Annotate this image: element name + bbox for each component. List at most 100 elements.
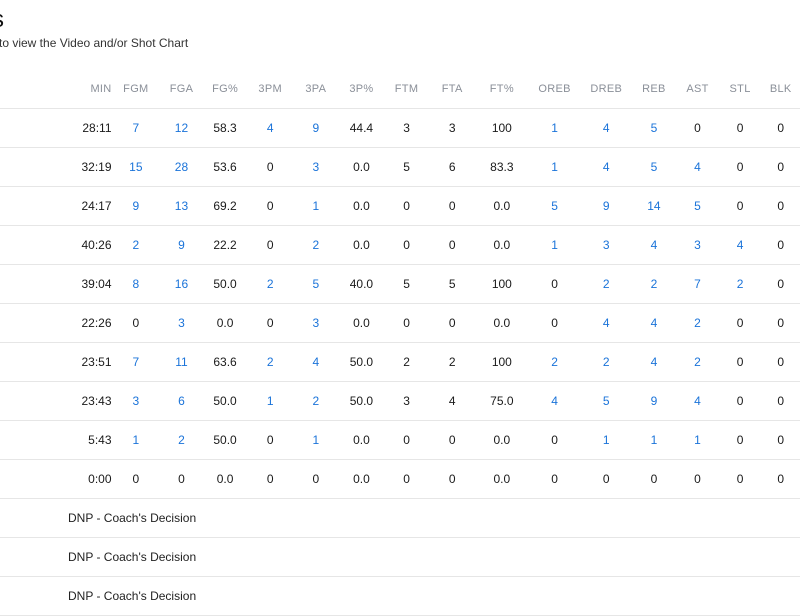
stat-cell-fgm[interactable]: 7 (111, 342, 161, 382)
stat-cell-ftm: 0 (384, 459, 429, 499)
stat-cell-3pa[interactable]: 3 (292, 303, 339, 343)
stat-cell-fgm[interactable]: 15 (111, 147, 161, 187)
column-header-3pm[interactable]: 3PM (247, 70, 293, 109)
stat-cell-reb[interactable]: 4 (631, 342, 677, 382)
stat-cell-ast[interactable]: 2 (676, 342, 719, 382)
stat-cell-fgm[interactable]: 2 (111, 225, 161, 265)
player-cell[interactable] (0, 186, 69, 226)
stat-cell-ast[interactable]: 2 (676, 303, 719, 343)
stat-cell-oreb[interactable]: 2 (528, 342, 581, 382)
stat-cell-oreb[interactable]: 1 (528, 225, 581, 265)
stat-cell-fga[interactable]: 11 (160, 342, 203, 382)
stat-cell-ast[interactable]: 4 (676, 147, 719, 187)
stat-cell-3pa[interactable]: 2 (292, 225, 339, 265)
stat-cell-fga[interactable]: 6 (160, 381, 203, 421)
column-header-reb[interactable]: REB (631, 70, 677, 109)
player-cell[interactable] (0, 420, 69, 460)
stat-cell-dreb[interactable]: 2 (580, 342, 632, 382)
table-row: 39:04 8 16 50.0 2 5 40.0 5 5 100 0 2 2 7 2 0 (0, 264, 800, 304)
stat-cell-min: 5:43 (68, 420, 112, 460)
stat-cell-fga[interactable]: 2 (160, 420, 203, 460)
stat-cell-reb[interactable]: 4 (631, 225, 677, 265)
stat-cell-oreb[interactable]: 5 (528, 186, 581, 226)
stat-cell-3pa[interactable]: 3 (292, 147, 339, 187)
player-cell[interactable] (0, 459, 69, 499)
stat-cell-fga[interactable]: 3 (160, 303, 203, 343)
stat-cell-fgm[interactable]: 8 (111, 264, 161, 304)
stat-cell-dreb[interactable]: 4 (580, 147, 632, 187)
stat-cell-3pa[interactable]: 5 (292, 264, 339, 304)
stat-cell-ftm: 2 (384, 342, 429, 382)
column-header-fta[interactable]: FTA (428, 70, 476, 109)
stat-cell-fgm[interactable]: 3 (111, 381, 161, 421)
stat-cell-reb[interactable]: 14 (631, 186, 677, 226)
stat-cell-ast[interactable]: 1 (676, 420, 719, 460)
stat-cell-dreb[interactable]: 5 (580, 381, 632, 421)
stat-cell-3pm[interactable]: 4 (247, 108, 293, 148)
stat-cell-ast[interactable]: 7 (676, 264, 719, 304)
player-cell[interactable] (0, 225, 69, 265)
column-header-blk[interactable]: BLK (761, 70, 800, 109)
stat-cell-reb[interactable]: 5 (631, 147, 677, 187)
stat-cell-fga[interactable]: 12 (160, 108, 203, 148)
stat-cell-ast[interactable]: 3 (676, 225, 719, 265)
stat-cell-3pm[interactable]: 1 (247, 381, 293, 421)
stat-cell-ftm: 0 (384, 420, 429, 460)
player-cell[interactable] (0, 108, 69, 148)
stat-cell-reb[interactable]: 2 (631, 264, 677, 304)
column-header-3pa[interactable]: 3PA (292, 70, 339, 109)
stat-cell-3pa[interactable]: 1 (292, 186, 339, 226)
stat-cell-dreb[interactable]: 4 (580, 108, 632, 148)
stat-cell-dreb[interactable]: 2 (580, 264, 632, 304)
stat-cell-stl[interactable]: 2 (718, 264, 762, 304)
stat-cell-reb[interactable]: 4 (631, 303, 677, 343)
stat-cell-3p-pct: 0.0 (338, 420, 385, 460)
column-header-ftm[interactable]: FTM (384, 70, 429, 109)
stat-cell-dreb[interactable]: 9 (580, 186, 632, 226)
stat-cell-dreb[interactable]: 3 (580, 225, 632, 265)
stat-cell-3pa[interactable]: 4 (292, 342, 339, 382)
column-header-ft-pct[interactable]: FT% (475, 70, 529, 109)
column-header-ast[interactable]: AST (676, 70, 719, 109)
stat-cell-reb[interactable]: 5 (631, 108, 677, 148)
player-cell[interactable] (0, 147, 69, 187)
column-header-fga[interactable]: FGA (160, 70, 203, 109)
column-header-3p-pct[interactable]: 3P% (338, 70, 385, 109)
table-row-dnp: DNP - Coach's Decision (0, 576, 800, 616)
column-header-fgm[interactable]: FGM (111, 70, 161, 109)
stat-cell-3p-pct: 0.0 (338, 186, 385, 226)
stat-cell-fgm[interactable]: 1 (111, 420, 161, 460)
player-cell[interactable] (0, 264, 69, 304)
stat-cell-stl[interactable]: 4 (718, 225, 762, 265)
stat-cell-fga[interactable]: 13 (160, 186, 203, 226)
column-header-dreb[interactable]: DREB (580, 70, 632, 109)
column-header-oreb[interactable]: OREB (528, 70, 581, 109)
stat-cell-fga[interactable]: 16 (160, 264, 203, 304)
player-cell[interactable] (0, 381, 69, 421)
player-cell[interactable] (0, 303, 69, 343)
stat-cell-3pa[interactable]: 1 (292, 420, 339, 460)
stat-cell-fga[interactable]: 28 (160, 147, 203, 187)
stat-cell-reb[interactable]: 9 (631, 381, 677, 421)
stat-cell-fgm[interactable]: 7 (111, 108, 161, 148)
column-header-stl[interactable]: STL (718, 70, 762, 109)
player-cell[interactable] (0, 342, 69, 382)
column-header-fg-pct[interactable]: FG% (202, 70, 248, 109)
stat-cell-ftm: 3 (384, 381, 429, 421)
stat-cell-3pa[interactable]: 2 (292, 381, 339, 421)
stat-cell-reb[interactable]: 1 (631, 420, 677, 460)
stat-cell-ast[interactable]: 4 (676, 381, 719, 421)
stat-cell-oreb[interactable]: 1 (528, 147, 581, 187)
stat-cell-fga[interactable]: 9 (160, 225, 203, 265)
stat-cell-ast[interactable]: 5 (676, 186, 719, 226)
stat-cell-oreb[interactable]: 4 (528, 381, 581, 421)
stat-cell-3pa[interactable]: 9 (292, 108, 339, 148)
stat-cell-dreb[interactable]: 1 (580, 420, 632, 460)
stat-cell-3pm[interactable]: 2 (247, 264, 293, 304)
stat-cell-blk: 0 (761, 186, 800, 226)
stat-cell-fgm[interactable]: 9 (111, 186, 161, 226)
stat-cell-oreb[interactable]: 1 (528, 108, 581, 148)
stat-cell-dreb[interactable]: 4 (580, 303, 632, 343)
stat-cell-3pm[interactable]: 2 (247, 342, 293, 382)
column-header-min[interactable]: MIN (68, 70, 112, 109)
